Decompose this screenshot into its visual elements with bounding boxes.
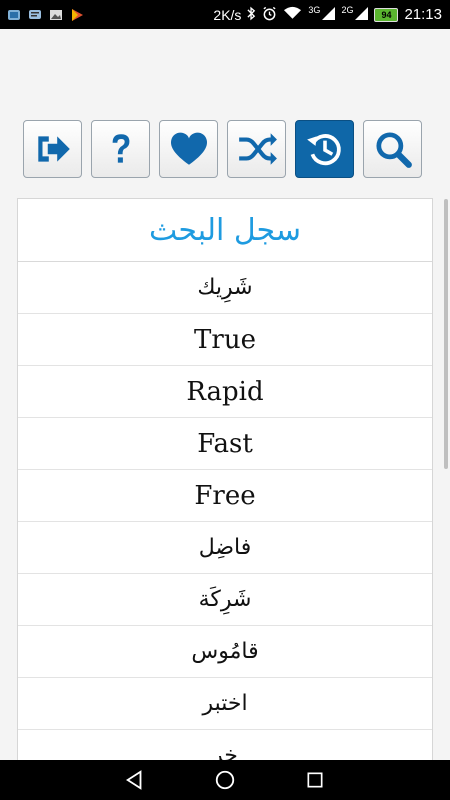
shuffle-icon [238, 133, 277, 165]
app-notification-icon [7, 8, 21, 22]
chat-notification-icon [28, 8, 42, 22]
alarm-icon [262, 6, 277, 24]
favorite-icon [170, 132, 207, 165]
network-speed: 2K/s [213, 6, 242, 23]
clock: 21:13 [404, 6, 442, 23]
help-icon [112, 134, 129, 163]
list-item[interactable]: فاضِل [18, 522, 432, 574]
status-bar: 2K/s 3G 2G 94 21:13 [0, 0, 450, 29]
back-icon [125, 770, 142, 790]
signal1-tag: 3G [308, 4, 321, 15]
history-icon [306, 134, 341, 166]
list-item[interactable]: Free [18, 470, 432, 522]
home-button[interactable] [212, 767, 238, 793]
battery-indicator: 94 [374, 7, 399, 22]
search-button[interactable] [363, 120, 422, 178]
shuffle-button[interactable] [227, 120, 286, 178]
play-store-icon [70, 8, 84, 22]
favorite-button[interactable] [159, 120, 218, 178]
list-item[interactable]: شَرِيك [18, 262, 432, 314]
list-item[interactable]: قامُوس [18, 626, 432, 678]
recents-button[interactable] [302, 767, 328, 793]
help-button[interactable] [91, 120, 150, 178]
bluetooth-icon [247, 6, 256, 24]
exit-icon [37, 136, 70, 162]
signal2-tag: 2G [341, 4, 354, 15]
signal2-icon [355, 6, 369, 23]
wifi-icon [283, 6, 302, 23]
list-item[interactable]: اختبر [18, 678, 432, 730]
history-title: سجل البحث [18, 199, 432, 262]
search-icon [375, 132, 412, 168]
list-item[interactable]: Fast [18, 418, 432, 470]
history-panel: سجل البحث شَرِيك True Rapid Fast Free فا… [17, 198, 433, 760]
history-button[interactable] [295, 120, 354, 178]
home-icon [215, 770, 235, 790]
navigation-bar [0, 760, 450, 800]
list-item[interactable]: خر [18, 730, 432, 760]
main-page: سجل البحث شَرِيك True Rapid Fast Free فا… [0, 29, 450, 760]
signal1-icon [322, 6, 336, 23]
toolbar [23, 120, 433, 180]
list-item[interactable]: True [18, 314, 432, 366]
list-item[interactable]: Rapid [18, 366, 432, 418]
recents-icon [307, 772, 323, 788]
scrollbar[interactable] [444, 199, 448, 469]
back-button[interactable] [122, 767, 148, 793]
exit-button[interactable] [23, 120, 82, 178]
image-notification-icon [49, 8, 63, 22]
list-item[interactable]: شَرِكَة [18, 574, 432, 626]
